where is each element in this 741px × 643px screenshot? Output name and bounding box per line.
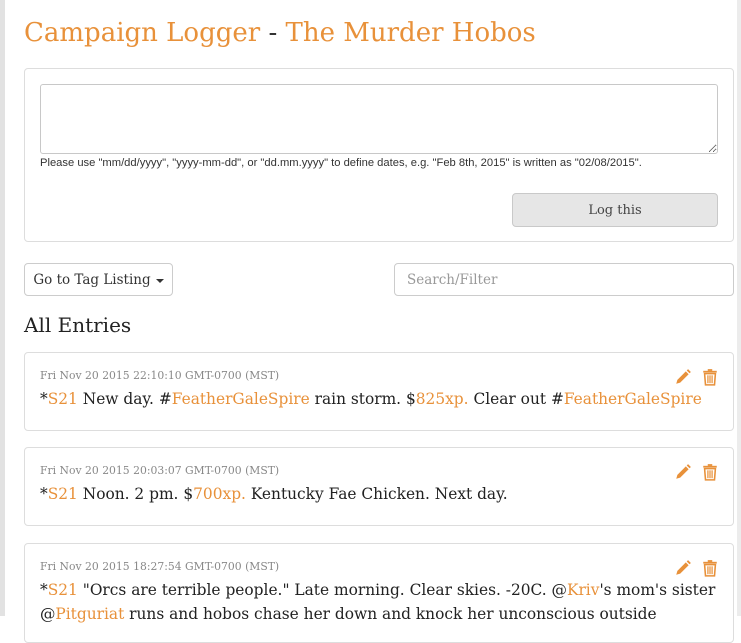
log-entry-panel: Please use "mm/dd/yyyy", "yyyy-mm-dd", o… bbox=[24, 68, 734, 242]
entry-timestamp: Fri Nov 20 2015 18:27:54 GMT-0700 (MST) bbox=[40, 560, 280, 573]
window-scrollbar-track[interactable] bbox=[737, 0, 741, 616]
entry-text-segment: Noon. 2 pm. $ bbox=[77, 485, 194, 503]
campaign-name: The Murder Hobos bbox=[285, 18, 536, 48]
entry-text: *S21 Noon. 2 pm. $700xp. Kentucky Fae Ch… bbox=[40, 482, 710, 506]
search-filter-input[interactable] bbox=[394, 263, 734, 296]
tag-listing-dropdown[interactable]: Go to Tag Listing bbox=[24, 263, 173, 296]
entry-text-segment: runs and hobos chase her down and knock … bbox=[124, 605, 657, 623]
entry-text-segment: rain storm. $ bbox=[309, 390, 416, 408]
log-this-button[interactable]: Log this bbox=[512, 193, 718, 227]
entry-text-segment: @ bbox=[40, 605, 56, 623]
tag-link[interactable]: S21 bbox=[48, 485, 78, 503]
tag-link[interactable]: FeatherGaleSpire bbox=[564, 390, 702, 408]
page-title: Campaign Logger - The Murder Hobos bbox=[24, 18, 536, 48]
entry-text-segment: * bbox=[40, 581, 48, 599]
tag-link[interactable]: 825xp. bbox=[416, 390, 469, 408]
tag-link[interactable]: Kriv bbox=[567, 581, 599, 599]
trash-icon[interactable] bbox=[701, 368, 719, 386]
entry-text: *S21 "Orcs are terrible people." Late mo… bbox=[40, 578, 715, 626]
tag-link[interactable]: Pitguriat bbox=[55, 605, 124, 623]
title-separator: - bbox=[268, 18, 278, 48]
entry-text-segment: * bbox=[40, 390, 48, 408]
entry-text-segment: New day. # bbox=[77, 390, 172, 408]
date-format-hint: Please use "mm/dd/yyyy", "yyyy-mm-dd", o… bbox=[40, 157, 642, 169]
log-entry-card: Fri Nov 20 2015 22:10:10 GMT-0700 (MST) … bbox=[24, 352, 734, 431]
app-name: Campaign Logger bbox=[24, 18, 261, 48]
tag-link[interactable]: 700xp. bbox=[193, 485, 246, 503]
trash-icon[interactable] bbox=[701, 559, 719, 577]
trash-icon[interactable] bbox=[701, 463, 719, 481]
pencil-icon[interactable] bbox=[674, 463, 692, 481]
log-entry-card: Fri Nov 20 2015 20:03:07 GMT-0700 (MST) … bbox=[24, 447, 734, 526]
entry-text-segment: 's mom's sister bbox=[599, 581, 716, 599]
entry-timestamp: Fri Nov 20 2015 20:03:07 GMT-0700 (MST) bbox=[40, 464, 280, 477]
pencil-icon[interactable] bbox=[674, 559, 692, 577]
tag-link[interactable]: FeatherGaleSpire bbox=[172, 390, 310, 408]
tag-listing-label: Go to Tag Listing bbox=[33, 271, 151, 288]
entry-text-segment: Clear out # bbox=[468, 390, 564, 408]
entry-text-line: *S21 "Orcs are terrible people." Late mo… bbox=[40, 578, 715, 602]
entry-text-segment: "Orcs are terrible people." Late morning… bbox=[77, 581, 567, 599]
caret-down-icon bbox=[155, 278, 164, 283]
log-entry-textarea[interactable] bbox=[40, 84, 718, 154]
entry-text-line: @Pitguriat runs and hobos chase her down… bbox=[40, 602, 710, 626]
pencil-icon[interactable] bbox=[674, 368, 692, 386]
log-entry-card: Fri Nov 20 2015 18:27:54 GMT-0700 (MST) … bbox=[24, 543, 734, 643]
entry-timestamp: Fri Nov 20 2015 22:10:10 GMT-0700 (MST) bbox=[40, 369, 280, 382]
tag-link[interactable]: S21 bbox=[48, 581, 78, 599]
tag-link[interactable]: S21 bbox=[48, 390, 78, 408]
section-title: All Entries bbox=[24, 313, 132, 337]
entry-text: *S21 New day. #FeatherGaleSpire rain sto… bbox=[40, 387, 710, 411]
entry-text-segment: * bbox=[40, 485, 48, 503]
entry-text-segment: Kentucky Fae Chicken. Next day. bbox=[245, 485, 508, 503]
window-left-edge bbox=[0, 0, 5, 616]
